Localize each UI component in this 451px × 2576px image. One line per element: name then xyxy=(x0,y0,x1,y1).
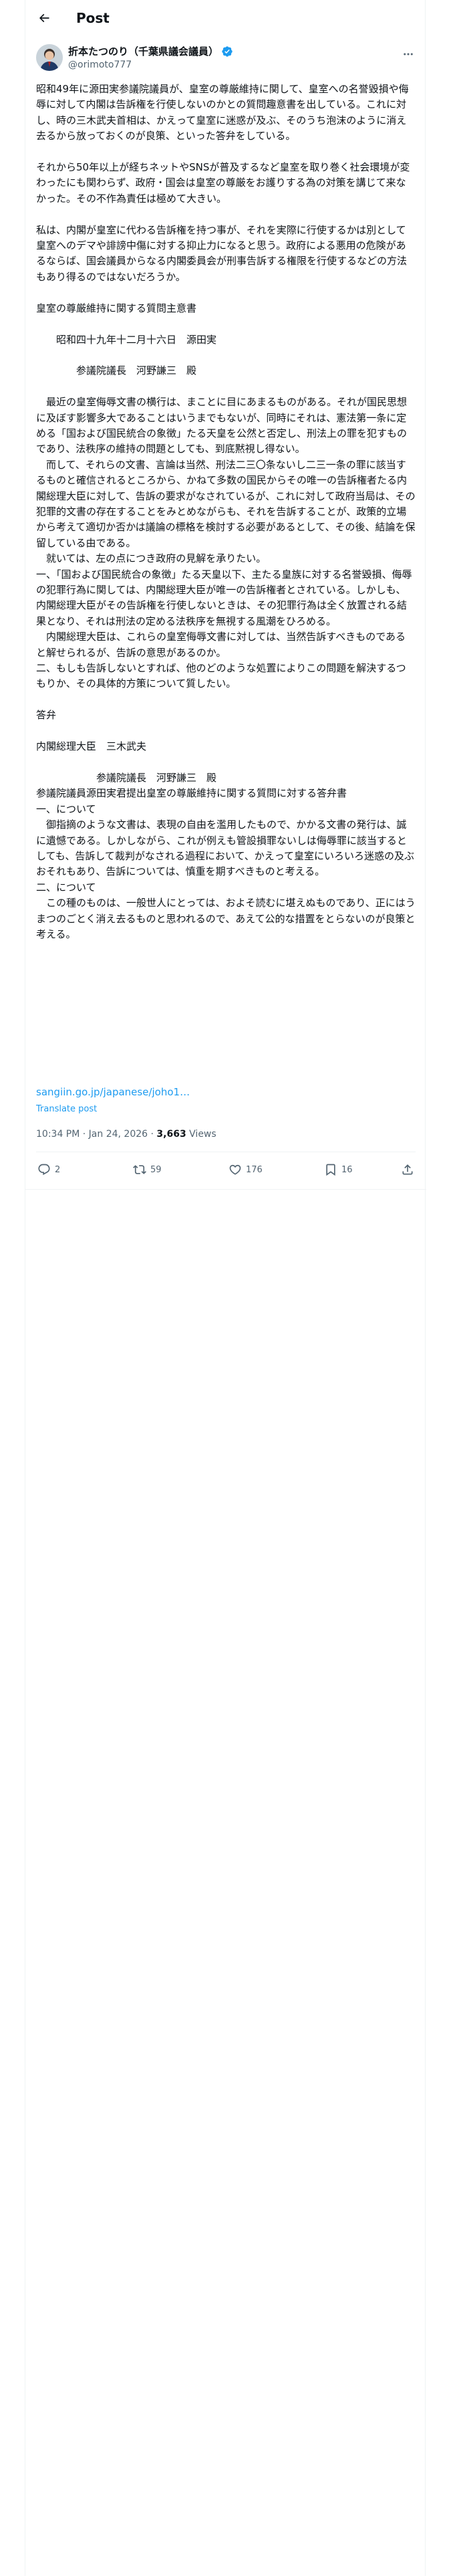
author-handle[interactable]: @orimoto777 xyxy=(68,59,132,71)
share-icon xyxy=(402,1164,413,1175)
author-name[interactable]: 折本たつのり（千葉県議会議員） xyxy=(68,45,233,58)
meta-separator: · xyxy=(150,1129,154,1140)
bookmark-button[interactable]: 16 xyxy=(324,1158,353,1182)
views-count: 3,663 xyxy=(156,1129,186,1140)
bookmark-icon xyxy=(326,1164,335,1176)
post-timestamp[interactable]: 10:34 PM · Jan 24, 2026 xyxy=(36,1129,148,1140)
avatar[interactable] xyxy=(36,44,63,71)
post-page: Post 折本たつのり（千葉県議会議員） @orimoto777 昭和49年に源… xyxy=(25,0,426,2576)
more-icon xyxy=(404,53,413,56)
share-button[interactable] xyxy=(401,1158,418,1182)
like-button[interactable]: 176 xyxy=(229,1158,263,1182)
translate-post-link[interactable]: Translate post xyxy=(36,1103,97,1115)
repost-icon xyxy=(133,1165,146,1174)
action-bar: 2 59 176 16 xyxy=(36,1158,416,1182)
verified-badge-icon xyxy=(222,46,233,57)
more-button[interactable] xyxy=(401,47,416,62)
post-link[interactable]: sangiin.go.jp/japanese/joho1… xyxy=(36,1085,190,1099)
reply-count: 2 xyxy=(55,1164,61,1175)
avatar-image xyxy=(36,44,63,71)
views-label: Views xyxy=(189,1129,216,1140)
post-meta: 10:34 PM · Jan 24, 2026 · 3,663 Views xyxy=(36,1128,216,1141)
author-row: 折本たつのり（千葉県議会議員） @orimoto777 xyxy=(36,44,416,74)
back-button[interactable] xyxy=(35,9,53,27)
top-bar: Post xyxy=(25,0,426,36)
like-icon xyxy=(229,1164,241,1175)
page-title: Post xyxy=(76,10,110,26)
post-text: 昭和49年に源田実参議院議員が、皇室の尊厳維持に関して、皇室への名誉毀損や侮辱に… xyxy=(36,83,416,940)
like-count: 176 xyxy=(246,1164,263,1175)
divider xyxy=(25,1189,426,1190)
repost-button[interactable]: 59 xyxy=(133,1158,162,1182)
reply-button[interactable]: 2 xyxy=(37,1158,60,1182)
repost-count: 59 xyxy=(150,1164,162,1175)
author-name-text: 折本たつのり（千葉県議会議員） xyxy=(68,45,219,58)
bookmark-count: 16 xyxy=(341,1164,353,1175)
reply-icon xyxy=(38,1164,50,1176)
back-arrow-icon xyxy=(39,13,49,23)
